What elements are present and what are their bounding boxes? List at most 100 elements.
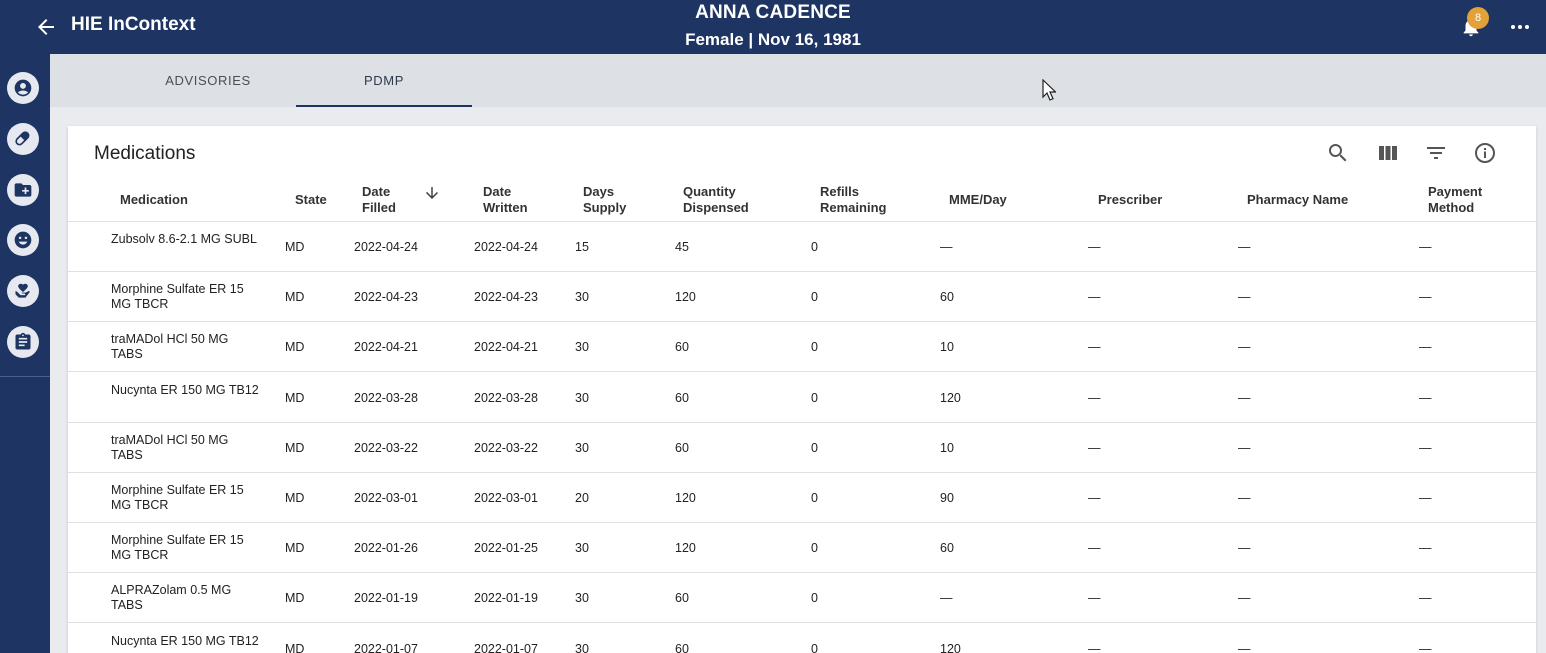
sidebar-item-care[interactable] <box>7 275 39 307</box>
cell-payment-method: — <box>1419 641 1432 653</box>
cell-prescriber: — <box>1088 491 1101 505</box>
cell-prescriber: — <box>1088 440 1101 455</box>
cell-date-filled: 2022-01-07 <box>354 641 418 653</box>
cell-days-supply: 20 <box>575 491 589 505</box>
tab-advisories[interactable]: ADVISORIES <box>120 54 296 107</box>
column-header-date-written[interactable]: Date Written <box>483 184 528 216</box>
cell-payment-method: — <box>1419 440 1432 455</box>
cell-mme-day: — <box>940 240 953 254</box>
column-header-days-supply[interactable]: Days Supply <box>583 184 626 216</box>
cell-medication: traMADol HCl 50 MG TABS <box>111 432 229 462</box>
cell-state: MD <box>285 541 305 556</box>
table-row[interactable]: Nucynta ER 150 MG TB12 MD 2022-01-07 2022-0… <box>68 624 1536 653</box>
cell-pharmacy-name: — <box>1238 591 1251 606</box>
column-header-prescriber[interactable]: Prescriber <box>1098 192 1162 208</box>
info-icon[interactable] <box>1473 141 1497 165</box>
cell-date-filled: 2022-03-22 <box>354 440 418 455</box>
column-header-refills-remaining[interactable]: Refills Remaining <box>820 184 886 216</box>
sidebar-item-medications[interactable] <box>7 123 39 155</box>
sidebar-nav <box>0 54 50 653</box>
cell-date-written: 2022-03-28 <box>474 390 538 405</box>
sort-descending-arrow-icon[interactable] <box>423 184 441 202</box>
cell-payment-method: — <box>1419 541 1432 556</box>
patient-name: ANNA CADENCE <box>695 2 851 23</box>
search-icon[interactable] <box>1326 141 1350 165</box>
column-header-mme-day[interactable]: MME/Day <box>949 192 1007 208</box>
cell-payment-method: — <box>1419 591 1432 606</box>
cell-days-supply: 30 <box>575 290 589 305</box>
cell-prescriber: — <box>1088 541 1101 556</box>
cell-date-filled: 2022-01-19 <box>354 591 418 606</box>
table-row[interactable]: Morphine Sulfate ER 15 MG TBCR MD 2022-04-… <box>68 272 1536 323</box>
cell-quantity-dispensed: 60 <box>675 641 689 653</box>
cell-date-written: 2022-04-23 <box>474 290 538 305</box>
table-row[interactable]: Morphine Sulfate ER 15 MG TBCR MD 2022-01-… <box>68 523 1536 574</box>
emoji-icon <box>14 231 32 249</box>
patient-demographics: Female | Nov 16, 1981 <box>685 30 861 49</box>
cell-prescriber: — <box>1088 340 1101 355</box>
cell-medication: Morphine Sulfate ER 15 MG TBCR <box>111 282 244 312</box>
table-row[interactable]: ALPRAZolam 0.5 MG TABS MD 2022-01-19 2022-0… <box>68 573 1536 624</box>
cell-mme-day: 60 <box>940 290 954 305</box>
cell-pharmacy-name: — <box>1238 641 1251 653</box>
table-row[interactable]: traMADol HCl 50 MG TABS MD 2022-03-22 2022-… <box>68 423 1536 473</box>
cell-days-supply: 30 <box>575 390 589 405</box>
cell-date-written: 2022-03-22 <box>474 440 538 455</box>
column-header-date-filled[interactable]: Date Filled <box>362 184 396 216</box>
table-row[interactable]: traMADol HCl 50 MG TABS MD 2022-04-21 2022-… <box>68 322 1536 373</box>
cell-mme-day: 10 <box>940 340 954 355</box>
cell-state: MD <box>285 641 305 653</box>
cell-refills-remaining: 0 <box>811 491 818 505</box>
cell-medication: Morphine Sulfate ER 15 MG TBCR <box>111 533 244 563</box>
column-header-quantity-dispensed[interactable]: Quantity Dispensed <box>683 184 749 216</box>
sidebar-item-behavioral[interactable] <box>7 224 39 256</box>
cell-medication: ALPRAZolam 0.5 MG TABS <box>111 583 232 613</box>
cell-date-filled: 2022-01-26 <box>354 541 418 556</box>
top-app-bar: HIE InContext ANNA CADENCE Female | Nov … <box>0 0 1546 54</box>
columns-icon[interactable] <box>1376 141 1400 165</box>
tab-pdmp[interactable]: PDMP <box>296 54 472 107</box>
cell-medication: Morphine Sulfate ER 15 MG TBCR <box>111 483 244 512</box>
more-options-icon[interactable] <box>1508 17 1532 37</box>
table-row[interactable]: Zubsolv 8.6-2.1 MG SUBL MD 2022-04-24 2022-… <box>68 222 1536 272</box>
cell-state: MD <box>285 491 305 505</box>
column-header-pharmacy-name[interactable]: Pharmacy Name <box>1247 192 1348 208</box>
cell-payment-method: — <box>1419 390 1432 405</box>
notification-count-badge[interactable]: 8 <box>1467 7 1489 29</box>
sidebar-item-records[interactable] <box>7 174 39 206</box>
cell-days-supply: 30 <box>575 541 589 556</box>
cell-date-filled: 2022-04-24 <box>354 240 418 254</box>
cell-medication: Nucynta ER 150 MG TB12 <box>111 633 259 648</box>
cell-pharmacy-name: — <box>1238 240 1251 254</box>
cell-refills-remaining: 0 <box>811 340 818 355</box>
mouse-pointer-icon <box>1042 79 1056 101</box>
filter-icon[interactable] <box>1424 141 1448 165</box>
sidebar-item-profile[interactable] <box>7 72 39 104</box>
cell-payment-method: — <box>1419 340 1432 355</box>
cell-state: MD <box>285 340 305 355</box>
hand-heart-icon <box>15 283 30 298</box>
cell-date-written: 2022-01-07 <box>474 641 538 653</box>
card-title: Medications <box>94 143 196 164</box>
cell-days-supply: 30 <box>575 591 589 606</box>
cell-refills-remaining: 0 <box>811 440 818 455</box>
cell-medication: traMADol HCl 50 MG TABS <box>111 332 229 362</box>
table-row[interactable]: Morphine Sulfate ER 15 MG TBCR MD 2022-03-… <box>68 473 1536 523</box>
cell-state: MD <box>285 440 305 455</box>
column-header-payment-method[interactable]: Payment Method <box>1428 184 1482 216</box>
cell-refills-remaining: 0 <box>811 390 818 405</box>
cell-days-supply: 30 <box>575 440 589 455</box>
cell-pharmacy-name: — <box>1238 290 1251 305</box>
table-row[interactable]: Nucynta ER 150 MG TB12 MD 2022-03-28 2022-0… <box>68 373 1536 423</box>
cell-prescriber: — <box>1088 641 1101 653</box>
cell-pharmacy-name: — <box>1238 390 1251 405</box>
cell-date-filled: 2022-03-01 <box>354 491 418 505</box>
cell-medication: Nucynta ER 150 MG TB12 <box>111 382 259 397</box>
column-header-medication[interactable]: Medication <box>120 192 188 208</box>
cell-payment-method: — <box>1419 240 1432 254</box>
table-header: Medication State Date Filled Date Written … <box>68 178 1536 222</box>
sidebar-item-summary[interactable] <box>7 326 39 358</box>
cell-prescriber: — <box>1088 290 1101 305</box>
column-header-state[interactable]: State <box>295 192 327 208</box>
cell-prescriber: — <box>1088 390 1101 405</box>
